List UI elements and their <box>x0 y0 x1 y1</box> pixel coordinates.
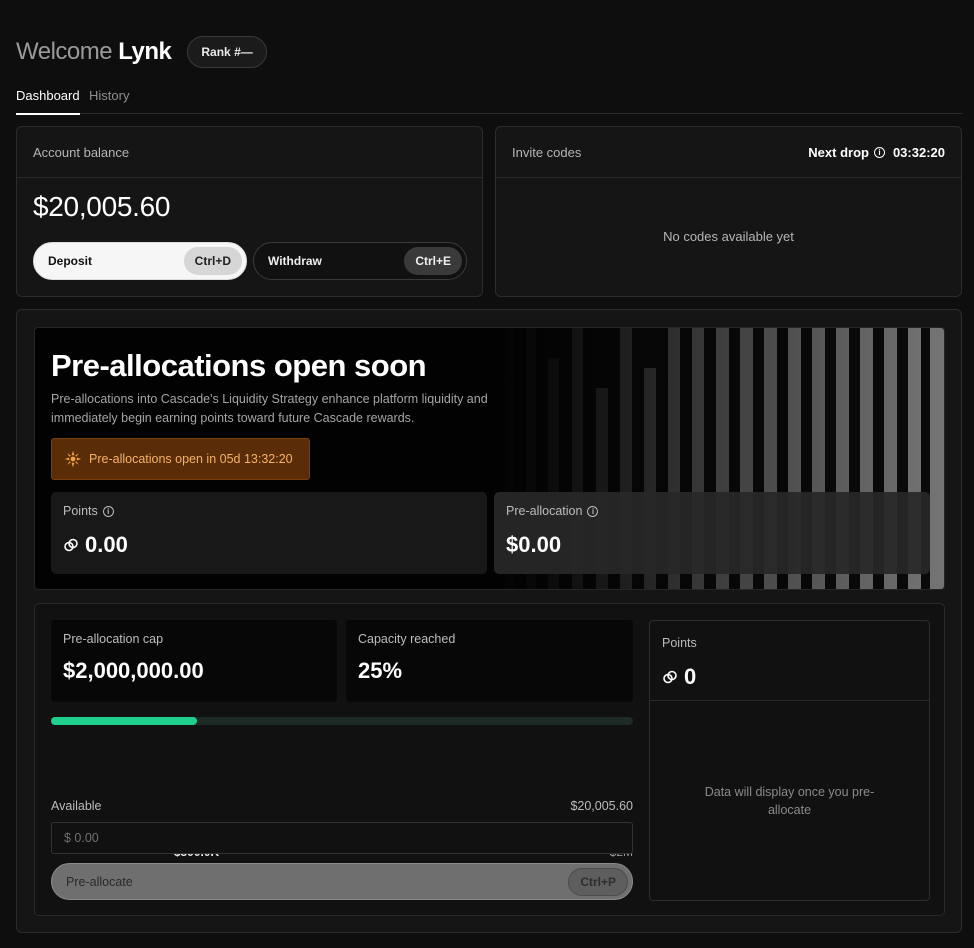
account-balance-title: Account balance <box>17 127 482 178</box>
capacity-progress-bar: $500.0K $2M <box>51 717 633 859</box>
rank-badge[interactable]: Rank #— <box>187 36 267 68</box>
invite-codes-card: Invite codes Next drop i 03:32:20 No cod… <box>495 126 962 297</box>
capacity-value: 25% <box>358 658 403 683</box>
preallocate-button[interactable]: Pre-allocate Ctrl+P <box>51 863 633 900</box>
deposit-shortcut: Ctrl+D <box>183 247 242 275</box>
withdraw-label: Withdraw <box>268 254 322 268</box>
preallocation-stat-label-row: Pre-allocation i <box>506 504 918 518</box>
available-label: Available <box>51 799 102 813</box>
points-stat-label: Points <box>63 504 98 518</box>
preallocation-stat-value: $0.00 <box>506 532 562 557</box>
hero-description: Pre-allocations into Cascade's Liquidity… <box>51 392 488 425</box>
cap-stat: Pre-allocation cap $2,000,000.00 <box>51 620 337 702</box>
user-name: Lynk <box>118 38 172 65</box>
info-icon[interactable]: i <box>873 146 885 158</box>
account-balance-card: Account balance $20,005.60 Deposit Ctrl+… <box>16 126 483 297</box>
link-rings-icon <box>663 670 677 684</box>
preallocate-shortcut: Ctrl+P <box>568 867 628 896</box>
info-icon[interactable]: i <box>102 505 114 517</box>
invite-codes-title: Invite codes <box>512 144 582 160</box>
cap-value: $2,000,000.00 <box>63 658 204 683</box>
points-panel: Points 0 Data will display once you pre-… <box>649 620 930 901</box>
sun-burst-icon <box>64 450 82 468</box>
capacity-label: Capacity reached <box>358 632 456 646</box>
tab-bar: Dashboard History <box>16 86 962 115</box>
link-rings-icon <box>64 538 78 552</box>
preallocation-stat: Pre-allocation i $0.00 <box>494 492 930 574</box>
divider <box>650 700 929 701</box>
capacity-progress-fill <box>51 717 197 725</box>
points-stat-value: 0.00 <box>85 532 128 557</box>
info-icon[interactable]: i <box>587 505 599 517</box>
page-title: Welcome Lynk <box>16 38 172 66</box>
page-header: Welcome Lynk Rank #— <box>16 36 267 68</box>
preallocation-form-section: Pre-allocation cap $2,000,000.00 Capacit… <box>34 603 945 916</box>
next-drop-timer: 03:32:20 <box>892 144 945 160</box>
points-panel-value: 0 <box>684 664 697 689</box>
countdown-banner: Pre-allocations open in 05d 13:32:20 <box>51 438 310 480</box>
preallocation-hero: Pre-allocations open soon Pre-allocation… <box>34 327 945 590</box>
capacity-stat: Capacity reached 25% <box>346 620 633 702</box>
hero-title: Pre-allocations open soon <box>51 348 427 383</box>
next-drop: Next drop i 03:32:20 <box>808 145 945 160</box>
amount-input[interactable] <box>51 822 633 854</box>
tab-history[interactable]: History <box>89 88 129 103</box>
preallocation-section: Pre-allocations open soon Pre-allocation… <box>16 309 962 933</box>
points-panel-label: Points <box>662 636 697 650</box>
balance-value: $20,005.60 <box>33 191 171 222</box>
withdraw-shortcut: Ctrl+E <box>404 247 462 275</box>
deposit-button[interactable]: Deposit Ctrl+D <box>33 242 247 280</box>
welcome-prefix: Welcome <box>16 38 113 65</box>
no-codes-message: No codes available yet <box>663 229 794 244</box>
cap-label: Pre-allocation cap <box>63 632 164 646</box>
next-drop-label: Next drop <box>808 144 869 160</box>
invite-codes-header: Invite codes Next drop i 03:32:20 <box>496 127 961 178</box>
points-stat: Points i 0.00 <box>51 492 487 574</box>
preallocate-label: Pre-allocate <box>66 874 133 889</box>
tab-dashboard[interactable]: Dashboard <box>16 88 80 115</box>
points-stat-value-row: 0.00 <box>63 532 475 558</box>
available-value: $20,005.60 <box>570 799 633 813</box>
points-stat-label-row: Points i <box>63 504 475 518</box>
deposit-label: Deposit <box>48 254 93 268</box>
points-empty-message: Data will display once you pre-allocate <box>704 785 875 817</box>
withdraw-button[interactable]: Withdraw Ctrl+E <box>253 242 467 280</box>
points-panel-value-row: 0 <box>662 664 696 690</box>
countdown-text: Pre-allocations open in 05d 13:32:20 <box>89 452 293 466</box>
preallocation-stat-label: Pre-allocation <box>506 504 583 518</box>
